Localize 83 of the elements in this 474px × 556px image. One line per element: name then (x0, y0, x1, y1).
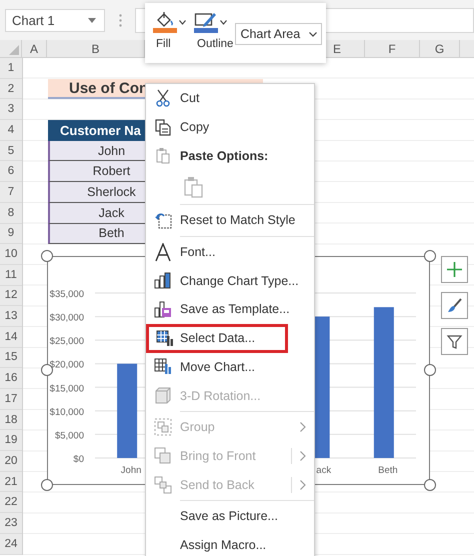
column-header[interactable]: G (420, 40, 460, 57)
triangle-icon (9, 45, 19, 55)
fill-icon (153, 11, 177, 33)
brush-icon (446, 297, 463, 314)
menu-item[interactable]: Move Chart... (146, 352, 314, 382)
menu-item[interactable]: Save as Template... (146, 295, 314, 324)
chevron-icon (300, 450, 306, 461)
menu-item[interactable]: Assign Macro... (146, 530, 314, 556)
row-header[interactable]: 3 (0, 99, 22, 120)
row-header[interactable]: 16 (0, 368, 22, 389)
row-header[interactable]: 13 (0, 306, 22, 327)
caret-icon (220, 20, 227, 24)
resize-handle[interactable] (40, 478, 52, 490)
column-header[interactable]: F (365, 40, 420, 57)
menu-item[interactable]: Select Data... (146, 324, 288, 352)
axis-label: $0 (72, 454, 84, 464)
row-header[interactable]: 4 (0, 120, 22, 141)
name-box-value: Chart 1 (12, 12, 55, 28)
group-icon (154, 418, 172, 436)
format-button[interactable]: Outline (194, 11, 234, 50)
row-header[interactable]: 21 (0, 472, 22, 492)
row-header[interactable]: 20 (0, 451, 22, 472)
row-header[interactable]: 10 (0, 244, 22, 265)
row-header[interactable]: 14 (0, 326, 22, 348)
row-header[interactable]: 8 (0, 202, 22, 224)
filter-button[interactable] (441, 328, 468, 355)
cube-icon (155, 387, 171, 404)
name-box[interactable]: Chart 1 (5, 8, 105, 32)
row-header[interactable]: 24 (0, 534, 22, 554)
row-header[interactable]: 23 (0, 513, 22, 534)
send-to-back-icon (154, 476, 172, 494)
move-chart-icon (154, 358, 172, 376)
row-header[interactable]: 7 (0, 182, 22, 203)
font-icon (155, 242, 171, 262)
menu-section-header: Paste Options: (180, 148, 268, 163)
menu-item[interactable]: Change Chart Type... (146, 266, 314, 296)
row-header[interactable]: 6 (0, 161, 22, 182)
row-header[interactable]: 17 (0, 389, 22, 410)
axis-label: $20,000 (49, 359, 84, 370)
axis-label: $5,000 (54, 430, 84, 441)
row-header[interactable]: 19 (0, 430, 22, 452)
row-header[interactable]: 11 (0, 264, 22, 286)
add-element-button[interactable] (441, 256, 468, 283)
chart-element-dropdown[interactable]: Chart Area (235, 23, 322, 45)
row-header[interactable]: 9 (0, 224, 22, 244)
row-header[interactable]: 15 (0, 348, 22, 368)
resize-handle[interactable] (40, 250, 52, 262)
menu-item[interactable]: Save as Picture... (146, 502, 314, 531)
filter-icon (446, 333, 463, 350)
axis-label: $10,000 (49, 406, 84, 418)
plus-icon (446, 261, 463, 278)
caret-icon (88, 18, 96, 22)
brush-button[interactable] (441, 292, 468, 319)
data-table-icon (156, 330, 174, 347)
caret-icon (179, 20, 186, 24)
bring-to-front-icon (154, 446, 172, 465)
chevron-icon (300, 480, 306, 490)
row-header[interactable]: 12 (0, 286, 22, 306)
axis-label: $30,000 (49, 312, 84, 324)
row-header[interactable]: 22 (0, 492, 22, 514)
grip-icon (119, 14, 122, 26)
row-header[interactable]: 5 (0, 140, 22, 162)
template-icon (154, 300, 172, 318)
axis-label: $15,000 (49, 382, 84, 394)
category-label: ack (316, 464, 331, 476)
category-label: John (120, 464, 141, 476)
reset-icon (154, 212, 172, 229)
row-header[interactable]: 1 (0, 58, 22, 79)
resize-handle[interactable] (424, 250, 436, 262)
column-header[interactable]: A (22, 40, 47, 57)
axis-label: $35,000 (49, 288, 84, 300)
scissors-icon (156, 89, 170, 108)
row-header[interactable]: 2 (0, 78, 22, 100)
outline-icon (194, 11, 218, 33)
category-label: Beth (378, 464, 398, 476)
clipboard-icon (156, 147, 170, 164)
chevron-icon (300, 422, 306, 432)
copy-icon (155, 118, 171, 136)
bar-chart-icon (154, 272, 172, 290)
row-header[interactable]: 18 (0, 410, 22, 430)
format-button[interactable]: Fill (153, 11, 186, 50)
axis-label: $25,000 (49, 336, 84, 347)
caret-icon (309, 32, 317, 36)
